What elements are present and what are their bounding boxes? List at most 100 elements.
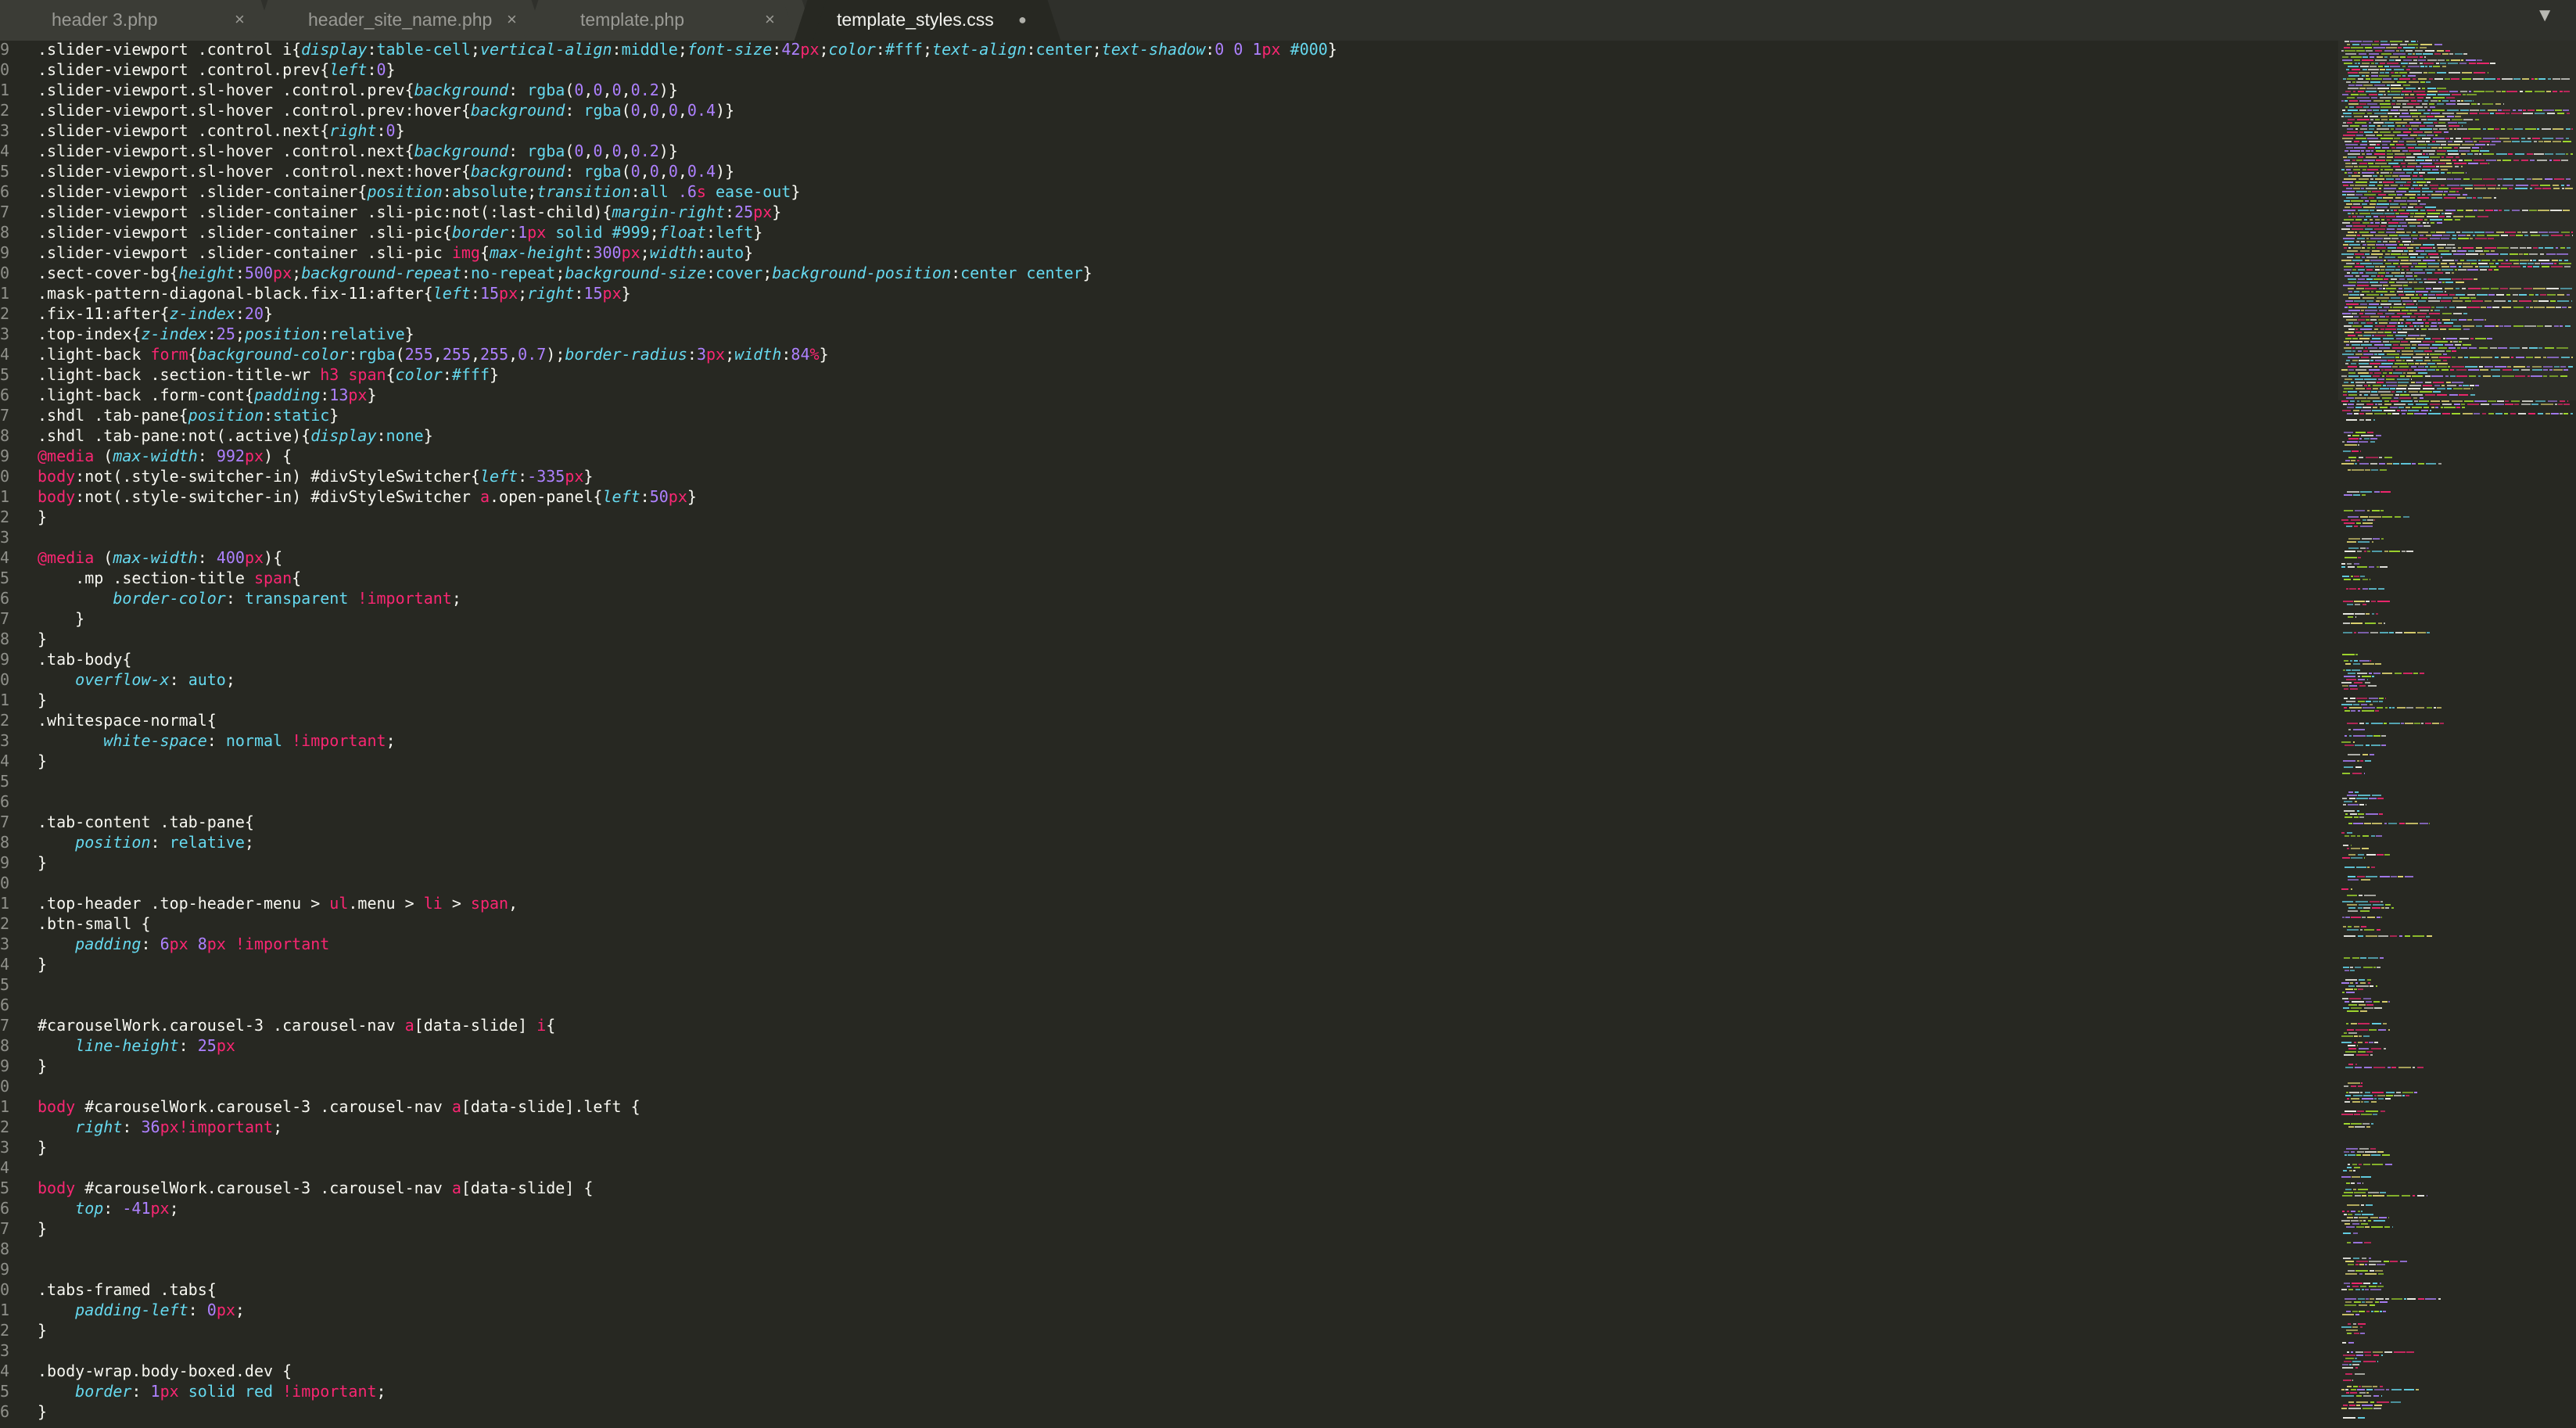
code-line[interactable]: .tab-body{ bbox=[38, 649, 131, 669]
code-line[interactable]: } bbox=[38, 629, 47, 649]
code-line[interactable]: } bbox=[38, 954, 47, 974]
code-editor[interactable]: 9012345678901234567890123456789012345678… bbox=[0, 41, 2338, 1428]
code-line[interactable]: .slider-viewport.sl-hover .control.prev:… bbox=[38, 100, 734, 120]
minimap-code-stripe bbox=[2350, 660, 2352, 662]
code-line[interactable]: body:not(.style-switcher-in) #divStyleSw… bbox=[38, 466, 593, 486]
code-line[interactable]: .tabs-framed .tabs{ bbox=[38, 1279, 217, 1300]
code-line[interactable]: .slider-viewport .slider-container{posit… bbox=[38, 181, 800, 202]
code-line[interactable]: .light-back .section-title-wr h3 span{co… bbox=[38, 364, 499, 385]
code-line[interactable]: } bbox=[38, 690, 47, 710]
close-icon[interactable]: × bbox=[765, 0, 775, 39]
code-line[interactable]: top: -41px; bbox=[38, 1198, 178, 1218]
code-token: } bbox=[1082, 264, 1092, 282]
code-line[interactable]: } bbox=[38, 1320, 47, 1340]
code-line[interactable]: white-space: normal !important; bbox=[38, 730, 395, 751]
line-number: 6 bbox=[0, 792, 9, 811]
code-line[interactable]: .slider-viewport .control.next{right:0} bbox=[38, 120, 405, 141]
minimap-code-stripe bbox=[2427, 88, 2436, 89]
minimap-code-stripe bbox=[2354, 1167, 2360, 1168]
minimap-code-stripe bbox=[2363, 56, 2368, 58]
code-line[interactable]: .slider-viewport .slider-container .sli-… bbox=[38, 222, 762, 242]
minimap-code-stripe bbox=[2561, 160, 2568, 161]
code-line[interactable]: .slider-viewport.sl-hover .control.next{… bbox=[38, 141, 678, 161]
code-line[interactable]: .mp .section-title span{ bbox=[38, 568, 301, 588]
code-line[interactable]: .top-header .top-header-menu > ul.menu >… bbox=[38, 893, 518, 913]
code-line[interactable]: } bbox=[38, 507, 47, 527]
minimap-code-stripe bbox=[2359, 457, 2363, 458]
minimap-code-stripe bbox=[2463, 344, 2471, 346]
minimap-code-stripe bbox=[2406, 219, 2416, 221]
minimap-code-stripe bbox=[2391, 109, 2398, 111]
code-line[interactable]: .light-back form{background-color:rgba(2… bbox=[38, 344, 829, 364]
code-line[interactable]: .slider-viewport .slider-container .sli-… bbox=[38, 202, 781, 222]
code-line[interactable]: } bbox=[38, 608, 84, 629]
code-line[interactable]: border: 1px solid red !important; bbox=[38, 1381, 386, 1401]
minimap-code-stripe bbox=[2434, 116, 2445, 117]
close-icon[interactable]: × bbox=[235, 0, 245, 39]
minimap-code-stripe bbox=[2562, 307, 2567, 308]
code-line[interactable]: } bbox=[38, 751, 47, 771]
code-line[interactable]: @media (max-width: 992px) { bbox=[38, 446, 292, 466]
code-line[interactable]: .shdl .tab-pane:not(.active){display:non… bbox=[38, 425, 433, 446]
code-line[interactable]: .top-index{z-index:25;position:relative} bbox=[38, 324, 414, 344]
code-line[interactable]: .btn-small { bbox=[38, 913, 151, 934]
minimap-code-stripe bbox=[2345, 241, 2354, 242]
minimap-code-stripe bbox=[2341, 400, 2348, 402]
code-line[interactable]: } bbox=[38, 1401, 47, 1422]
code-line[interactable]: .slider-viewport.sl-hover .control.next:… bbox=[38, 161, 734, 181]
chevron-down-icon[interactable]: ▼ bbox=[2535, 5, 2554, 27]
minimap-code-stripe bbox=[2345, 91, 2351, 92]
unsaved-dot-icon[interactable]: ● bbox=[1018, 0, 1027, 39]
code-line[interactable]: #carouselWork.carousel-3 .carousel-nav a… bbox=[38, 1015, 555, 1035]
minimap-code-stripe bbox=[2366, 404, 2373, 405]
code-line[interactable]: padding: 6px 8px !important bbox=[38, 934, 329, 954]
code-line[interactable]: body #carouselWork.carousel-3 .carousel-… bbox=[38, 1096, 640, 1117]
code-line[interactable]: } bbox=[38, 1056, 47, 1076]
code-line[interactable]: position: relative; bbox=[38, 832, 254, 852]
close-icon[interactable]: × bbox=[507, 0, 517, 39]
code-line[interactable]: .slider-viewport.sl-hover .control.prev{… bbox=[38, 80, 678, 100]
code-line[interactable]: .slider-viewport .control i{display:tabl… bbox=[38, 41, 1337, 59]
minimap-code-stripe bbox=[2391, 907, 2395, 909]
minimap-code-stripe bbox=[2529, 347, 2538, 349]
minimap-code-stripe bbox=[2449, 125, 2459, 127]
minimap-code-stripe bbox=[2447, 385, 2456, 386]
minimap[interactable] bbox=[2338, 41, 2576, 1428]
minimap-code-stripe bbox=[2463, 138, 2470, 139]
code-line[interactable]: @media (max-width: 400px){ bbox=[38, 547, 282, 568]
code-line[interactable]: .light-back .form-cont{padding:13px} bbox=[38, 385, 377, 405]
code-token: : bbox=[206, 325, 217, 343]
minimap-code-stripe bbox=[2387, 150, 2391, 152]
code-line[interactable]: .sect-cover-bg{height:500px;background-r… bbox=[38, 263, 1092, 283]
code-line[interactable]: .slider-viewport .control.prev{left:0} bbox=[38, 59, 396, 80]
code-line[interactable]: padding-left: 0px; bbox=[38, 1300, 245, 1320]
code-line[interactable]: line-height: 25px bbox=[38, 1035, 235, 1056]
code-line[interactable]: .shdl .tab-pane{position:static} bbox=[38, 405, 339, 425]
code-line[interactable]: .tab-content .tab-pane{ bbox=[38, 812, 254, 832]
minimap-code-stripe bbox=[2554, 178, 2564, 180]
code-line[interactable]: border-color: transparent !important; bbox=[38, 588, 461, 608]
code-line[interactable]: body #carouselWork.carousel-3 .carousel-… bbox=[38, 1178, 593, 1198]
code-line[interactable]: } bbox=[38, 852, 47, 873]
tab-header-3-php[interactable]: header 3.php × bbox=[0, 0, 274, 41]
code-line[interactable]: .slider-viewport .slider-container .sli-… bbox=[38, 242, 753, 263]
code-line[interactable]: .body-wrap.body-boxed.dev { bbox=[38, 1361, 292, 1381]
minimap-code-stripe bbox=[2358, 350, 2362, 352]
code-line[interactable]: .whitespace-normal{ bbox=[38, 710, 217, 730]
code-area[interactable]: .slider-viewport .control i{display:tabl… bbox=[38, 41, 2338, 1428]
code-line[interactable]: } bbox=[38, 1137, 47, 1157]
tab-template-styles-css[interactable]: template_styles.css ● bbox=[794, 0, 1061, 41]
minimap-code-stripe bbox=[2341, 228, 2350, 230]
minimap-code-stripe bbox=[2431, 100, 2438, 102]
minimap-code-stripe bbox=[2375, 335, 2386, 336]
code-line[interactable]: overflow-x: auto; bbox=[38, 669, 235, 690]
code-line[interactable]: .fix-11:after{z-index:20} bbox=[38, 303, 273, 324]
code-line[interactable]: } bbox=[38, 1218, 47, 1239]
tab-header-site-name-php[interactable]: header_site_name.php × bbox=[254, 0, 545, 41]
minimap-code-stripe bbox=[2344, 510, 2353, 511]
code-line[interactable]: body:not(.style-switcher-in) #divStyleSw… bbox=[38, 486, 697, 507]
tab-template-php[interactable]: template.php × bbox=[525, 0, 816, 41]
code-line[interactable]: .mask-pattern-diagonal-black.fix-11:afte… bbox=[38, 283, 631, 303]
code-line[interactable]: right: 36px!important; bbox=[38, 1117, 282, 1137]
line-number: 3 bbox=[0, 325, 9, 343]
